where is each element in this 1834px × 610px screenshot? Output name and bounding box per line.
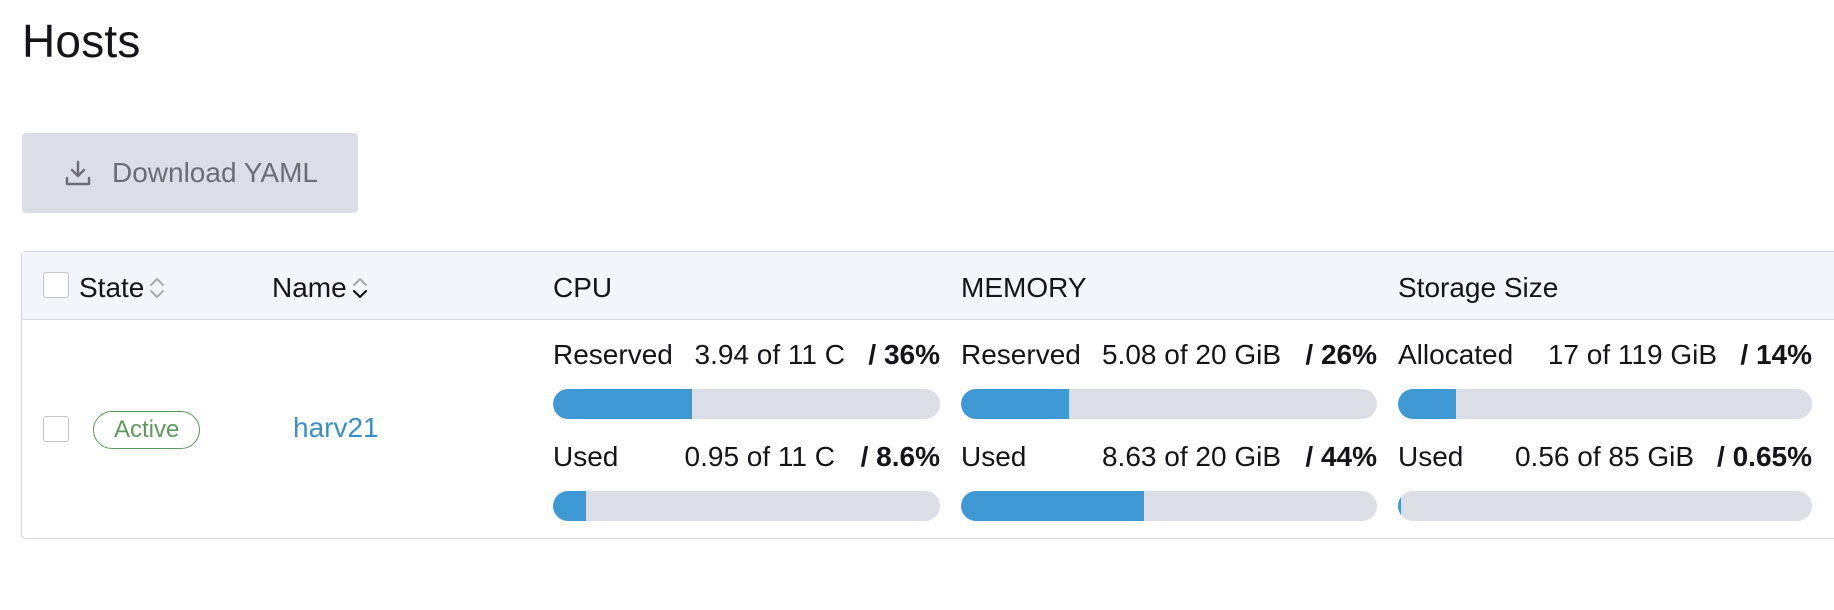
cpu-used-value: 0.95 of 11 C [684, 441, 835, 472]
memory-used-bar-fill [961, 491, 1145, 521]
cpu-used-label: Used [553, 441, 619, 472]
storage-used-label: Used [1398, 441, 1464, 472]
storage-allocated-value: 17 of 119 GiB [1547, 339, 1717, 370]
column-header-memory: MEMORY [961, 272, 1087, 303]
storage-used-bar-fill [1398, 491, 1401, 521]
download-yaml-label: Download YAML [112, 157, 318, 188]
memory-reserved-row: Reserved 5.08 of 20 GiB / 26% [961, 339, 1377, 373]
memory-reserved-percent: / 26% [1305, 339, 1377, 370]
status-badge: Active [93, 411, 201, 449]
memory-reserved-bar-fill [961, 389, 1070, 419]
memory-reserved-bar [961, 389, 1377, 419]
storage-allocated-row: Allocated 17 of 119 GiB / 14% [1398, 339, 1812, 373]
cpu-reserved-label: Reserved [553, 339, 673, 370]
column-header-name-label: Name [272, 272, 347, 303]
download-icon [64, 159, 92, 187]
column-header-storage: Storage Size [1398, 272, 1559, 303]
memory-used-value: 8.63 of 20 GiB [1101, 441, 1281, 472]
memory-used-row: Used 8.63 of 20 GiB / 44% [961, 441, 1377, 475]
storage-used-bar [1398, 491, 1812, 521]
memory-used-bar [961, 491, 1377, 521]
cpu-used-bar [553, 491, 940, 521]
cpu-used-row: Used 0.95 of 11 C / 8.6% [553, 441, 940, 475]
download-yaml-button[interactable]: Download YAML [22, 133, 358, 213]
column-header-state[interactable]: State [79, 272, 166, 304]
cpu-reserved-row: Reserved 3.94 of 11 C / 36% [553, 339, 940, 373]
select-all-checkbox[interactable] [43, 272, 69, 298]
memory-used-percent: / 44% [1305, 441, 1377, 472]
memory-used-label: Used [961, 441, 1027, 472]
sort-icon[interactable] [351, 274, 369, 302]
page-title: Hosts [22, 15, 141, 67]
storage-allocated-bar-fill [1398, 389, 1456, 419]
storage-allocated-percent: / 14% [1740, 339, 1812, 370]
storage-allocated-bar [1398, 389, 1812, 419]
storage-used-row: Used 0.56 of 85 GiB / 0.65% [1398, 441, 1812, 475]
storage-used-percent: / 0.65% [1717, 441, 1812, 472]
host-name-link[interactable]: harv21 [293, 412, 379, 444]
memory-reserved-label: Reserved [961, 339, 1081, 370]
row-checkbox[interactable] [43, 416, 69, 442]
cpu-reserved-percent: / 36% [868, 339, 940, 370]
storage-allocated-label: Allocated [1398, 339, 1514, 370]
cpu-used-bar-fill [553, 491, 587, 521]
storage-used-value: 0.56 of 85 GiB [1514, 441, 1694, 472]
table-header: State Name CPU MEMORY Storage Size [22, 252, 1834, 320]
memory-reserved-value: 5.08 of 20 GiB [1101, 339, 1281, 370]
column-header-cpu: CPU [553, 272, 613, 303]
column-header-name[interactable]: Name [272, 272, 369, 304]
cpu-used-percent: / 8.6% [860, 441, 940, 472]
cpu-reserved-bar [553, 389, 940, 419]
cpu-reserved-value: 3.94 of 11 C [694, 339, 845, 370]
hosts-table: State Name CPU MEMORY Storage Size Activ… [21, 251, 1834, 539]
cpu-reserved-bar-fill [553, 389, 693, 419]
column-header-state-label: State [79, 272, 145, 303]
sort-icon[interactable] [148, 274, 166, 302]
